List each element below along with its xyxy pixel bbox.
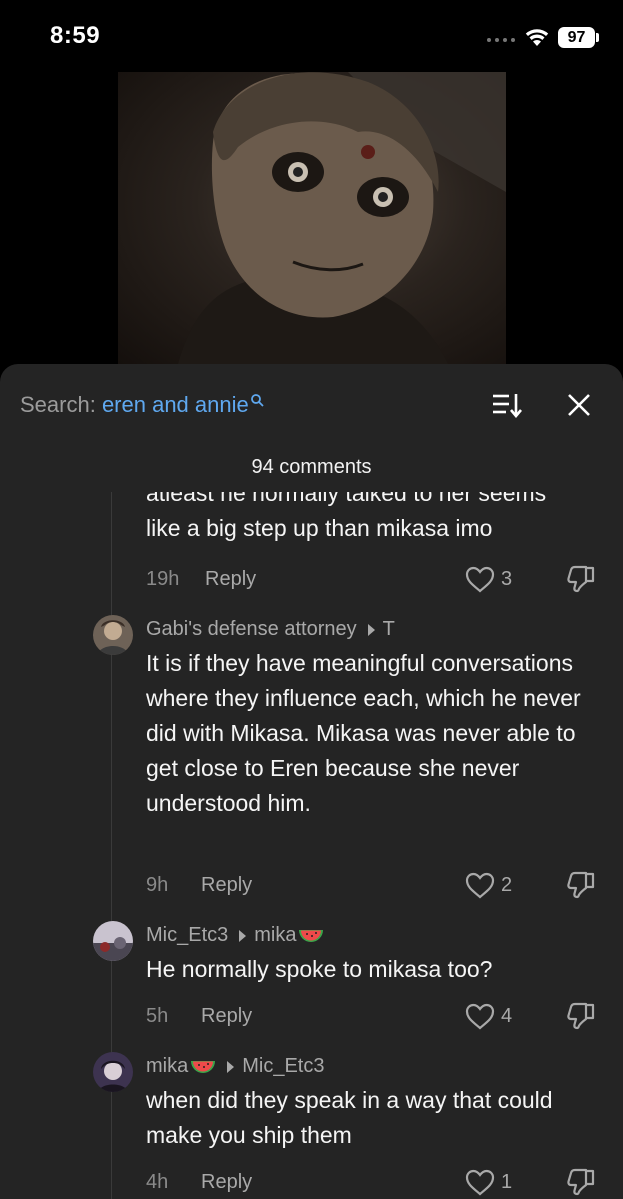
like-count: 2 xyxy=(501,874,513,896)
search-bar[interactable]: Search: eren and annie xyxy=(20,392,264,418)
thumbs-down-icon[interactable] xyxy=(566,565,596,593)
battery-indicator: 97 xyxy=(558,27,595,48)
reply-button[interactable]: Reply xyxy=(201,1005,252,1028)
comment-age: 9h xyxy=(146,874,169,896)
search-label: Search: xyxy=(20,392,102,417)
comments-count: 94 comments xyxy=(251,456,372,478)
thread-line xyxy=(111,492,112,1199)
comment-list[interactable]: atleast he normally talked to her seems … xyxy=(0,492,623,1199)
heart-icon[interactable] xyxy=(465,566,495,593)
cellular-signal-icon xyxy=(487,38,515,42)
reply-button[interactable]: Reply xyxy=(201,874,252,897)
video-frame-image xyxy=(178,72,506,364)
reply-to-username[interactable]: Mic_Etc3 xyxy=(242,1055,324,1078)
search-query[interactable]: eren and annie xyxy=(102,392,249,417)
avatar[interactable] xyxy=(93,921,133,961)
comment-age: 4h xyxy=(146,1171,169,1193)
status-bar: 8:59 97 xyxy=(0,0,623,70)
heart-icon[interactable] xyxy=(465,872,495,899)
like-count: 4 xyxy=(501,1005,513,1027)
watermelon-icon xyxy=(191,1060,216,1073)
wifi-icon xyxy=(525,29,549,46)
reply-button[interactable]: Reply xyxy=(201,1171,252,1194)
heart-icon[interactable] xyxy=(465,1003,495,1030)
close-icon[interactable] xyxy=(567,393,591,417)
comment-age: 19h xyxy=(146,568,180,590)
comment-username[interactable]: mika Mic_Etc3 xyxy=(146,1055,324,1078)
avatar[interactable] xyxy=(93,615,133,655)
username-label[interactable]: mika xyxy=(146,1055,188,1078)
watermelon-icon xyxy=(299,929,324,942)
status-time: 8:59 xyxy=(50,22,101,49)
search-icon[interactable] xyxy=(250,393,264,407)
thumbs-down-icon[interactable] xyxy=(566,1002,596,1030)
reply-to-username[interactable]: mika xyxy=(254,924,296,947)
sort-icon[interactable] xyxy=(492,392,522,418)
avatar[interactable] xyxy=(93,1052,133,1092)
username-label[interactable]: Gabi's defense attorney xyxy=(146,618,357,641)
video-preview[interactable] xyxy=(118,72,506,364)
like-count: 1 xyxy=(501,1171,513,1193)
comment-text: atleast he normally talked to her seems … xyxy=(146,492,547,541)
comment-username[interactable]: Mic_Etc3 mika xyxy=(146,924,324,947)
thumbs-down-icon[interactable] xyxy=(566,1168,596,1196)
comment-text: He normally spoke to mikasa too? xyxy=(146,956,493,982)
reply-to-username[interactable]: T xyxy=(383,618,395,641)
comment-username[interactable]: Gabi's defense attorney T xyxy=(146,618,395,641)
reply-to-arrow-icon xyxy=(227,1060,235,1073)
comment-text: It is if they have meaningful conversati… xyxy=(146,650,581,816)
username-label[interactable]: Mic_Etc3 xyxy=(146,924,228,947)
reply-to-arrow-icon xyxy=(367,623,375,636)
comment-age: 5h xyxy=(146,1005,169,1027)
battery-tip xyxy=(596,33,599,42)
avatar[interactable] xyxy=(93,979,133,1019)
reply-button[interactable]: Reply xyxy=(205,568,256,591)
thumbs-down-icon[interactable] xyxy=(566,871,596,899)
reply-to-arrow-icon xyxy=(239,929,247,942)
comments-panel: Search: eren and annie 94 comments atlea… xyxy=(0,364,623,1199)
comment-text: when did they speak in a way that could … xyxy=(146,1087,553,1148)
heart-icon[interactable] xyxy=(465,1169,495,1196)
like-count: 3 xyxy=(501,568,513,590)
